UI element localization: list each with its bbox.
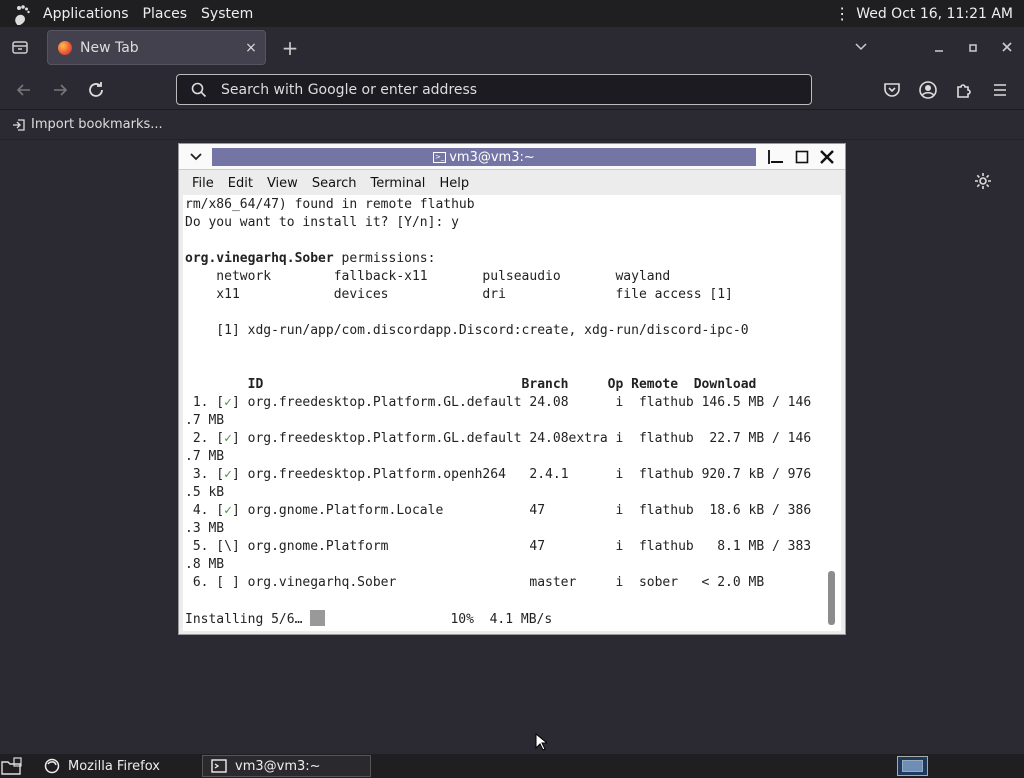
- bookmarks-toolbar: Import bookmarks...: [0, 110, 1024, 140]
- terminal-line: .8 MB: [185, 557, 225, 572]
- browser-tab-bar: New Tab × +: [0, 27, 1024, 69]
- terminal-line: .5 kB: [185, 485, 225, 500]
- navigation-toolbar: Search with Google or enter address: [0, 69, 1024, 110]
- workspace-3[interactable]: [983, 756, 1014, 776]
- taskbar-terminal[interactable]: vm3@vm3:~: [202, 755, 371, 777]
- close-window-icon[interactable]: [1000, 40, 1014, 54]
- account-icon[interactable]: [916, 78, 940, 102]
- search-icon: [191, 82, 207, 97]
- taskbar-terminal-label: vm3@vm3:~: [235, 758, 321, 774]
- list-all-tabs-icon[interactable]: [853, 40, 869, 54]
- terminal-line: Do you want to install it? [Y/n]: y: [185, 215, 459, 230]
- terminal-taskbar-icon: [211, 759, 227, 773]
- terminal-title-bar[interactable]: >_ vm3@vm3:~: [212, 148, 756, 166]
- mouse-pointer-icon: [535, 733, 547, 751]
- terminal-line: .3 MB: [185, 521, 225, 536]
- terminal-menu-view[interactable]: View: [260, 176, 305, 191]
- show-desktop-icon[interactable]: [0, 756, 22, 776]
- terminal-menu-file[interactable]: File: [179, 176, 221, 191]
- pocket-icon[interactable]: [880, 78, 904, 102]
- terminal-line: 5. [\] org.gnome.Platform 47 i flathub 8…: [185, 539, 812, 554]
- top-panel: Applications Places System ⋮ Wed Oct 16,…: [0, 0, 1024, 27]
- menu-system[interactable]: System: [194, 6, 260, 22]
- url-bar[interactable]: Search with Google or enter address: [176, 74, 812, 105]
- terminal-line: 4. [✓] org.gnome.Platform.Locale 47 i fl…: [185, 503, 812, 518]
- firefox-icon: [58, 40, 72, 55]
- terminal-line: .7 MB: [185, 413, 225, 428]
- terminal-line: ID Branch Op Remote Download: [185, 377, 757, 392]
- terminal-window[interactable]: >_ vm3@vm3:~ File Edit View Search Termi…: [178, 143, 846, 635]
- tab-close-icon[interactable]: ×: [241, 40, 261, 56]
- panel-overflow-icon[interactable]: ⋮: [834, 4, 850, 23]
- terminal-close-icon[interactable]: [817, 147, 837, 167]
- install-status: Installing 5/6…: [185, 612, 311, 627]
- install-progress: 10% 4.1 MB/s: [325, 612, 553, 627]
- new-tab-button[interactable]: +: [280, 36, 300, 60]
- terminal-line: 3. [✓] org.freedesktop.Platform.openh264…: [185, 467, 812, 482]
- workspace-2[interactable]: [940, 756, 971, 776]
- terminal-line: 1. [✓] org.freedesktop.Platform.GL.defau…: [185, 395, 812, 410]
- firefox-taskbar-icon: [44, 758, 60, 774]
- terminal-titlebar[interactable]: >_ vm3@vm3:~: [179, 144, 845, 170]
- tab-label: New Tab: [80, 39, 139, 56]
- minimize-icon[interactable]: [932, 41, 946, 55]
- terminal-menu-help[interactable]: Help: [432, 176, 476, 191]
- url-placeholder: Search with Google or enter address: [221, 81, 478, 98]
- forward-icon[interactable]: [48, 78, 72, 102]
- extensions-icon[interactable]: [952, 78, 976, 102]
- bottom-panel: Mozilla Firefox vm3@vm3:~: [0, 754, 1024, 778]
- terminal-maximize-icon[interactable]: [792, 147, 812, 167]
- terminal-line: 2. [✓] org.freedesktop.Platform.GL.defau…: [185, 431, 812, 446]
- terminal-text: rm/x86_64/47) found in remote flathub Do …: [185, 196, 811, 628]
- taskbar-firefox[interactable]: Mozilla Firefox: [36, 755, 196, 777]
- tab-list-icon[interactable]: [11, 38, 29, 56]
- terminal-line: .7 MB: [185, 449, 225, 464]
- terminal-line: network fallback-x11 pulseaudio wayland: [185, 269, 671, 284]
- terminal-line: rm/x86_64/47) found in remote flathub: [185, 197, 475, 212]
- menu-hamburger-icon[interactable]: [988, 78, 1012, 102]
- terminal-menubar: File Edit View Search Terminal Help: [179, 171, 845, 195]
- terminal-app-icon: >_: [433, 151, 447, 163]
- reload-icon[interactable]: [84, 78, 108, 102]
- panel-clock[interactable]: Wed Oct 16, 11:21 AM: [856, 6, 1013, 22]
- gnome-foot-icon[interactable]: [10, 3, 32, 25]
- workspace-window-thumb: [902, 760, 923, 772]
- maximize-icon[interactable]: [966, 41, 980, 55]
- menu-places[interactable]: Places: [136, 6, 195, 22]
- terminal-status-line: Installing 5/6… 10% 4.1 MB/s: [185, 610, 811, 628]
- terminal-menu-search[interactable]: Search: [305, 176, 364, 191]
- terminal-minimize-icon[interactable]: [767, 147, 787, 167]
- terminal-menu-edit[interactable]: Edit: [221, 176, 260, 191]
- tab-new-tab[interactable]: New Tab ×: [47, 30, 266, 65]
- import-bookmarks-link[interactable]: Import bookmarks...: [31, 117, 163, 132]
- terminal-title: vm3@vm3:~: [449, 149, 535, 165]
- terminal-menu-terminal[interactable]: Terminal: [363, 176, 432, 191]
- menu-applications[interactable]: Applications: [36, 6, 136, 22]
- terminal-line: org.vinegarhq.Sober permissions:: [185, 251, 436, 266]
- terminal-output[interactable]: rm/x86_64/47) found in remote flathub Do …: [183, 195, 841, 631]
- workspace-1[interactable]: [897, 756, 928, 776]
- taskbar-firefox-label: Mozilla Firefox: [68, 758, 160, 774]
- back-icon[interactable]: [12, 78, 36, 102]
- import-icon: [13, 118, 25, 131]
- window-menu-icon[interactable]: [187, 148, 205, 166]
- progress-block: [310, 610, 326, 626]
- terminal-scrollbar[interactable]: [828, 571, 835, 625]
- settings-gear-icon[interactable]: [973, 171, 993, 191]
- terminal-line: 6. [ ] org.vinegarhq.Sober master i sobe…: [185, 575, 765, 590]
- terminal-line: [1] xdg-run/app/com.discordapp.Discord:c…: [185, 323, 749, 338]
- terminal-line: x11 devices dri file access [1]: [185, 287, 733, 302]
